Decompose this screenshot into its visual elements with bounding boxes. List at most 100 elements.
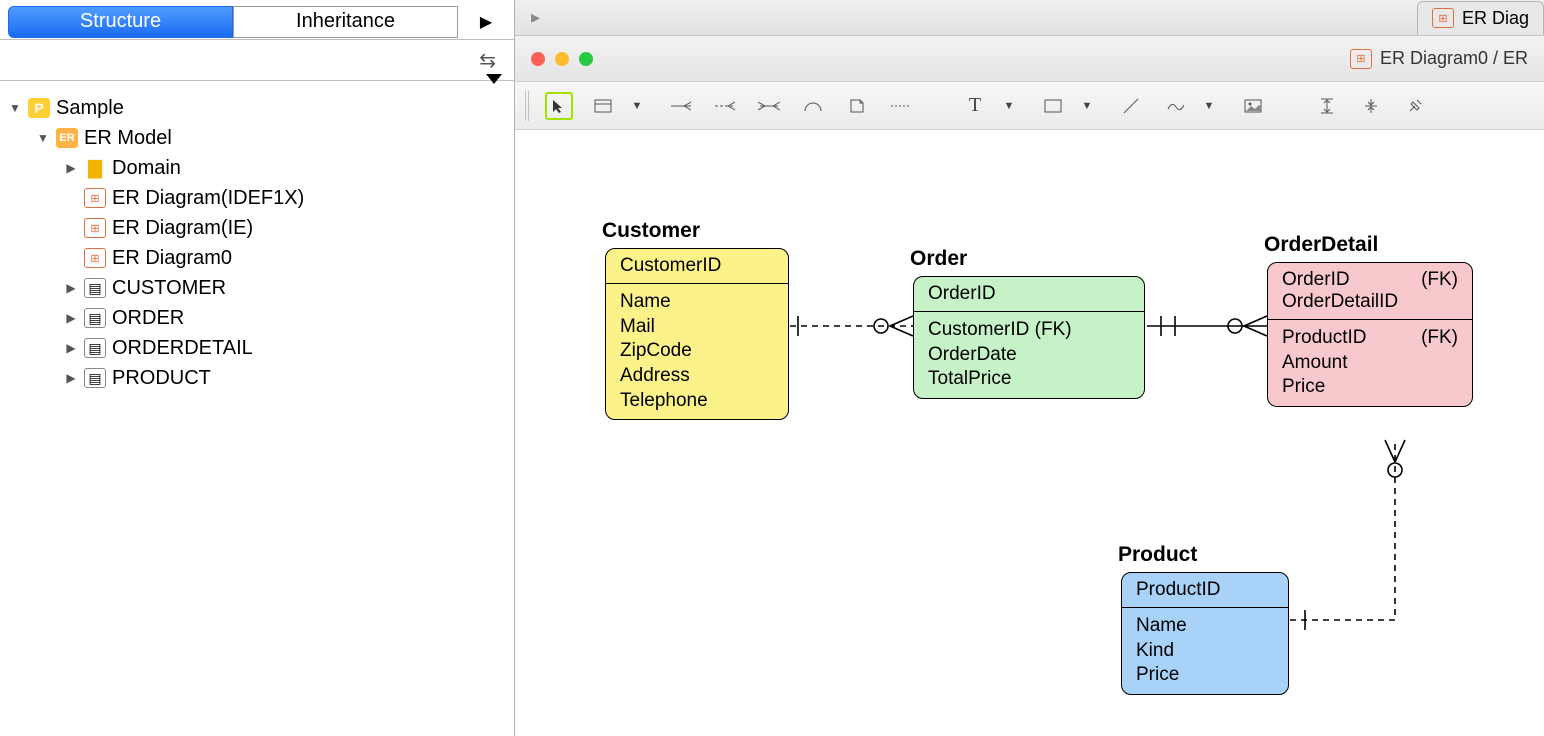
chevron-right-icon[interactable]: ▶	[64, 281, 78, 295]
document-tab[interactable]: ⊞ ER Diag	[1417, 1, 1544, 35]
attribute-list: Name Mail ZipCode Address Telephone	[606, 284, 788, 419]
expand-icon[interactable]: ▸	[531, 7, 540, 28]
entity-product[interactable]: Product ProductID Name Kind Price	[1121, 572, 1289, 695]
tabs-overflow-icon[interactable]: ▶	[466, 12, 506, 32]
attr: Price	[1282, 375, 1458, 400]
entity-tool-icon[interactable]	[589, 92, 617, 120]
tab-structure[interactable]: Structure	[8, 6, 233, 38]
close-window-icon[interactable]	[531, 52, 545, 66]
tree-label: Sample	[56, 97, 124, 120]
tab-inheritance[interactable]: Inheritance	[233, 6, 458, 38]
er-diagram-icon: ⊞	[1432, 8, 1454, 28]
many-to-many-rel-icon[interactable]	[755, 92, 783, 120]
pin-icon[interactable]	[1401, 92, 1429, 120]
attribute-list: CustomerID (FK) OrderDate TotalPrice	[914, 312, 1144, 398]
attr: Address	[620, 364, 774, 389]
tree-label: PRODUCT	[112, 367, 211, 390]
entity-order[interactable]: Order OrderID CustomerID (FK) OrderDate …	[913, 276, 1145, 399]
collapse-icon[interactable]	[486, 74, 502, 84]
attr: ZipCode	[620, 339, 774, 364]
tree-table-orderdetail[interactable]: ▶ ▤ ORDERDETAIL	[64, 333, 510, 363]
tree-table-order[interactable]: ▶ ▤ ORDER	[64, 303, 510, 333]
diagram-canvas[interactable]: Customer CustomerID Name Mail ZipCode Ad…	[515, 130, 1544, 736]
editor-panel: ▸ ⊞ ER Diag ⊞ ER Diagram0 / ER ▼	[515, 0, 1544, 736]
attribute-list: ProductID(FK) Amount Price	[1268, 320, 1472, 406]
attr: TotalPrice	[928, 367, 1130, 392]
tree-table-customer[interactable]: ▶ ▤ CUSTOMER	[64, 273, 510, 303]
tree-label: ER Diagram(IDEF1X)	[112, 187, 304, 210]
chevron-down-icon[interactable]: ▼	[36, 131, 50, 145]
sync-icon[interactable]: ⇆	[479, 48, 496, 73]
tree-domain[interactable]: ▶ ▇ Domain	[64, 153, 510, 183]
spacer	[64, 221, 78, 235]
tree-root-sample[interactable]: ▼ P Sample	[8, 93, 510, 123]
image-tool-icon[interactable]	[1239, 92, 1267, 120]
attr: OrderDate	[928, 343, 1130, 368]
zoom-window-icon[interactable]	[579, 52, 593, 66]
er-diagram-icon: ⊞	[84, 218, 106, 238]
pk-name: OrderDetailID	[1282, 291, 1458, 313]
dropdown-icon[interactable]: ▼	[995, 92, 1023, 120]
chevron-down-icon[interactable]: ▼	[8, 101, 22, 115]
text-tool-icon[interactable]: T	[961, 92, 989, 120]
align-v-icon[interactable]	[1313, 92, 1341, 120]
minimize-window-icon[interactable]	[555, 52, 569, 66]
tree-label: CUSTOMER	[112, 277, 226, 300]
pk-field: CustomerID	[606, 249, 788, 284]
attr: Mail	[620, 315, 774, 340]
attr: Kind	[1136, 639, 1274, 664]
subtype-icon[interactable]	[799, 92, 827, 120]
tree-er-model[interactable]: ▼ ER ER Model	[36, 123, 510, 153]
dropdown-icon[interactable]: ▼	[1195, 92, 1223, 120]
table-icon: ▤	[84, 368, 106, 388]
align-h-icon[interactable]	[1357, 92, 1385, 120]
app-header: ▸ ⊞ ER Diag	[515, 0, 1544, 36]
dropdown-icon[interactable]: ▼	[623, 92, 651, 120]
entity-customer[interactable]: Customer CustomerID Name Mail ZipCode Ad…	[605, 248, 789, 420]
non-identifying-rel-icon[interactable]	[711, 92, 739, 120]
entity-title: Product	[1118, 543, 1197, 567]
chevron-right-icon[interactable]: ▶	[64, 161, 78, 175]
tree-table-product[interactable]: ▶ ▤ PRODUCT	[64, 363, 510, 393]
attribute-list: Name Kind Price	[1122, 608, 1288, 694]
pk-field: ProductID	[1122, 573, 1288, 608]
rel-product-orderdetail[interactable]	[1290, 440, 1405, 630]
note-icon[interactable]	[843, 92, 871, 120]
line-tool-icon[interactable]	[1117, 92, 1145, 120]
fk-badge: (FK)	[1421, 269, 1458, 291]
attr: Price	[1136, 663, 1274, 688]
entity-orderdetail[interactable]: OrderDetail OrderID(FK) OrderDetailID Pr…	[1267, 262, 1473, 407]
chevron-right-icon[interactable]: ▶	[64, 341, 78, 355]
entity-title: Order	[910, 247, 967, 271]
chevron-right-icon[interactable]: ▶	[64, 311, 78, 325]
attr: Name	[620, 290, 774, 315]
tree-diagram-idef1x[interactable]: ⊞ ER Diagram(IDEF1X)	[64, 183, 510, 213]
spacer	[64, 191, 78, 205]
tree-label: ER Model	[84, 127, 172, 150]
select-tool-icon[interactable]	[545, 92, 573, 120]
attr: Amount	[1282, 351, 1458, 376]
toolbar-handle[interactable]	[525, 91, 529, 121]
identifying-rel-icon[interactable]	[667, 92, 695, 120]
rel-order-orderdetail[interactable]	[1147, 316, 1267, 336]
tree-diagram-ie[interactable]: ⊞ ER Diagram(IE)	[64, 213, 510, 243]
entity-title: Customer	[602, 219, 700, 243]
connector-icon[interactable]	[887, 92, 915, 120]
tree-diagram-0[interactable]: ⊞ ER Diagram0	[64, 243, 510, 273]
rel-customer-order[interactable]	[790, 316, 913, 336]
chevron-right-icon[interactable]: ▶	[64, 371, 78, 385]
attr: Telephone	[620, 389, 774, 414]
table-icon: ▤	[84, 338, 106, 358]
attr: CustomerID (FK)	[928, 318, 1130, 343]
document-tab-label: ER Diag	[1462, 8, 1529, 29]
attr: Name	[1136, 614, 1274, 639]
tree-label: ORDERDETAIL	[112, 337, 253, 360]
panel-tabs: Structure Inheritance ▶	[0, 0, 514, 40]
window-title: ER Diagram0 / ER	[1380, 48, 1528, 69]
tree-label: ER Diagram(IE)	[112, 217, 253, 240]
er-model-icon: ER	[56, 128, 78, 148]
dropdown-icon[interactable]: ▼	[1073, 92, 1101, 120]
rect-tool-icon[interactable]	[1039, 92, 1067, 120]
freehand-tool-icon[interactable]	[1161, 92, 1189, 120]
sync-bar: ⇆	[0, 40, 514, 80]
